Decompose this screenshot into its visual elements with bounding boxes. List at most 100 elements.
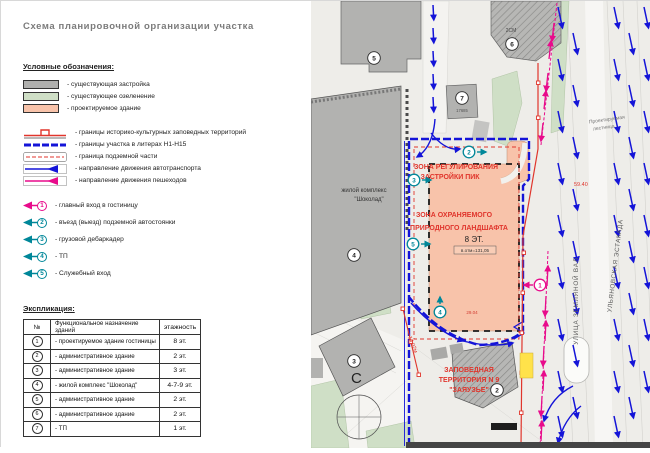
- dimension-59-40: 59.40: [574, 182, 588, 188]
- info-panel: Схема планировочной организации участка …: [1, 1, 311, 448]
- building-circle-5: 5: [368, 52, 381, 65]
- row-name: - ТП: [51, 422, 160, 437]
- svg-text:1: 1: [538, 283, 542, 290]
- col-header-name: Функциональное назначение зданий: [51, 320, 160, 335]
- small-building: [311, 358, 323, 378]
- row-number: 5: [32, 394, 43, 405]
- table-row: 4- жилой комплекс "Шоколад"4-7-9 эт.: [24, 378, 201, 393]
- swatch-label: - проектируемое здание: [67, 105, 141, 112]
- entrance-arrow-icon: [23, 217, 38, 228]
- line-label: - границы участка в литерах Н1-Н15: [75, 141, 186, 148]
- row-floors: 4-7-9 эт.: [160, 378, 201, 393]
- row-name: - проектируемое здание гостиницы: [51, 335, 160, 350]
- svg-text:5: 5: [411, 242, 415, 249]
- legend-swatch-projected-building: - проектируемое здание: [23, 103, 311, 113]
- entrance-legend-item-4: 4 - ТП: [23, 250, 311, 263]
- swatch-existing-greenery: [23, 92, 59, 101]
- row-floors: 2 эт.: [160, 393, 201, 408]
- north-letter: С: [351, 370, 362, 387]
- table-row: 6 - административное здание2 эт.: [24, 407, 201, 422]
- table-header-row: № Функциональное назначение зданий этажн…: [24, 320, 201, 335]
- row-number: 7: [32, 423, 43, 434]
- swatch-label: - существующее озеленение: [67, 93, 155, 100]
- dimension-29-04: 29.04: [466, 310, 478, 315]
- row-number: 3: [32, 365, 43, 376]
- entrance-number: 4: [37, 252, 47, 262]
- building-7-number: 17685: [456, 108, 468, 113]
- table-row: 7 - ТП1 эт.: [24, 422, 201, 437]
- entrance-label: - грузовой дебаркадер: [55, 236, 124, 243]
- explication-header: Экспликация:: [23, 304, 311, 313]
- svg-text:7: 7: [460, 96, 464, 103]
- chocolate-label-line2: "Шоколад": [354, 197, 383, 203]
- table-row: 1 - проектируемое здание гостиницы8 эт.: [24, 335, 201, 350]
- building-circle-6: 6: [506, 38, 519, 51]
- legend-lines: - границы историко-культурных заповедных…: [23, 127, 311, 186]
- entrance-label: - главный вход в гостиницу: [55, 202, 138, 209]
- row-floors: 2 эт.: [160, 349, 201, 364]
- svg-text:2: 2: [467, 150, 471, 157]
- legend-line-historic: - границы историко-культурных заповедных…: [23, 127, 311, 138]
- building-6-label: 2СМ: [506, 28, 517, 34]
- legend-swatch-existing-greenery: - существующее озеленение: [23, 91, 311, 101]
- building-circle-4: 4: [348, 249, 361, 262]
- pedestrian-direction-symbol: [23, 175, 67, 187]
- table-row: 3- административное здание3 эт.: [24, 364, 201, 379]
- line-label: - граница подземной части: [75, 153, 157, 160]
- entrance-arrow-icon: [23, 234, 38, 245]
- legend-line-site-boundary: - границы участка в литерах Н1-Н15: [23, 139, 311, 150]
- building-circle-2: 2: [491, 384, 504, 397]
- entrance-arrow-icon: [23, 200, 38, 211]
- line-label: - границы историко-культурных заповедных…: [75, 129, 246, 136]
- site-plan-svg: 8 ЭТ. в.отм=131,05: [311, 1, 650, 448]
- entrance-legend: 1 - главный вход в гостиницу 2 - въезд (…: [23, 199, 311, 280]
- row-floors: 1 эт.: [160, 422, 201, 437]
- entrance-label: - ТП: [55, 253, 68, 260]
- swatch-existing-buildings: [23, 80, 59, 89]
- legend-swatches: - существующая застройка - существующее …: [23, 79, 311, 113]
- explication-table: № Функциональное назначение зданий этажн…: [23, 319, 201, 437]
- svg-text:6: 6: [510, 42, 514, 49]
- entrance-number: 3: [37, 235, 47, 245]
- floors-label: 8 ЭТ.: [465, 235, 484, 244]
- row-number: 1: [32, 336, 43, 347]
- svg-text:2: 2: [495, 388, 499, 395]
- entrance-legend-item-1: 1 - главный вход в гостиницу: [23, 199, 311, 212]
- page: { "title": "Схема планировочной организа…: [0, 0, 650, 447]
- row-floors: 2 эт.: [160, 407, 201, 422]
- svg-text:4: 4: [352, 253, 356, 260]
- row-name: - административное здание: [51, 349, 160, 364]
- svg-text:4: 4: [438, 310, 442, 317]
- row-name: - административное здание: [51, 407, 160, 422]
- svg-text:5: 5: [372, 56, 376, 63]
- row-number: 4: [32, 380, 43, 391]
- table-row: 5- административное здание2 эт.: [24, 393, 201, 408]
- page-title: Схема планировочной организации участка: [23, 21, 311, 32]
- svg-text:3: 3: [352, 359, 356, 366]
- entrance-arrow-icon: [23, 251, 38, 262]
- legend-line-pedestrian: - направление движения пешеходов: [23, 175, 311, 186]
- svg-text:3: 3: [412, 178, 416, 185]
- row-number: 6: [32, 409, 43, 420]
- swatch-projected-building: [23, 104, 59, 113]
- site-boundary-symbol: [23, 139, 67, 151]
- col-header-floors: этажность: [160, 320, 201, 335]
- line-label: - направление движения автотранспорта: [75, 165, 201, 172]
- row-number: 2: [32, 351, 43, 362]
- underground-boundary-symbol: [23, 151, 67, 163]
- zone-reserve-line1: ЗАПОВЕДНАЯ: [444, 367, 494, 374]
- dark-structure: [491, 423, 517, 430]
- entrance-label: - въезд (выезд) подземной автостоянки: [55, 219, 175, 226]
- building-4-chocolate: [311, 86, 401, 335]
- swatch-label: - существующая застройка: [67, 81, 150, 88]
- table-row: 2 - административное здание2 эт.: [24, 349, 201, 364]
- entrance-legend-item-5: 5 - Служебный вход: [23, 267, 311, 280]
- yellow-structure: [520, 353, 533, 378]
- col-header-num: №: [24, 320, 51, 335]
- bottom-dark-strip: [406, 442, 650, 448]
- row-floors: 8 эт.: [160, 335, 201, 350]
- zone-landscape-line1: ЗОНА ОХРАНЯЕМОГО: [416, 212, 493, 219]
- building-circle-3: 3: [348, 355, 361, 368]
- zone-reserve-line2: ТЕРРИТОРИЯ N 9: [439, 377, 500, 384]
- entrance-arrow-icon: [23, 268, 38, 279]
